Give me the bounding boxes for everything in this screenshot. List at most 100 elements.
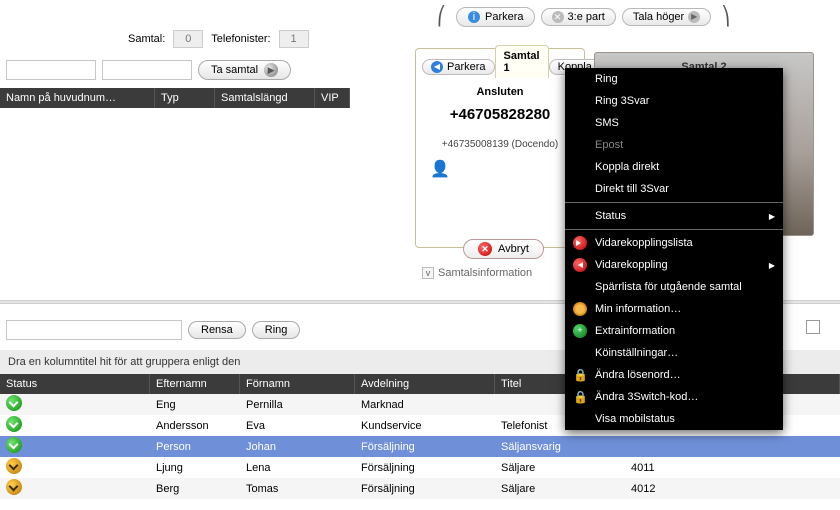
menu-epost: Epost	[565, 134, 783, 156]
menu-item-label: Vidarekopplingslista	[595, 237, 693, 249]
cell-department: Försäljning	[355, 462, 495, 474]
cell-firstname: Tomas	[240, 483, 355, 495]
cell-department: Försäljning	[355, 483, 495, 495]
call-tab-1[interactable]: Samtal 1	[495, 45, 549, 78]
close-icon: ✕	[552, 11, 564, 23]
menu-item-label: Ändra 3Switch-kod…	[595, 391, 698, 403]
menu-item-label: Direkt till 3Svar	[595, 183, 669, 195]
col-main-number[interactable]: Namn på huvudnum…	[0, 88, 155, 108]
menu-andra-3switch[interactable]: Ändra 3Switch-kod…	[565, 386, 783, 408]
cell-firstname: Pernilla	[240, 399, 355, 411]
ring-button[interactable]: Ring	[252, 321, 301, 339]
cell-department: Marknad	[355, 399, 495, 411]
menu-separator	[565, 202, 783, 203]
list-icon	[573, 236, 587, 250]
brace-right: ⎞	[717, 6, 734, 27]
call-owner: +46735008139 (Docendo)	[416, 139, 584, 150]
status-icon	[6, 416, 22, 432]
menu-extrainformation[interactable]: Extrainformation	[565, 320, 783, 342]
cell-ext: 4012	[625, 483, 840, 495]
col-status[interactable]: Status	[0, 374, 150, 394]
call-info-label: Samtalsinformation	[438, 267, 532, 279]
col-firstname[interactable]: Förnamn	[240, 374, 355, 394]
lock-icon	[573, 368, 587, 382]
take-call-input-2[interactable]	[102, 60, 192, 80]
menu-vidarekopplingslista[interactable]: Vidarekopplingslista	[565, 232, 783, 254]
info-icon: i	[467, 10, 481, 24]
samtal-label: Samtal:	[128, 33, 165, 45]
menu-koppla-direkt[interactable]: Koppla direkt	[565, 156, 783, 178]
cell-lastname: Eng	[150, 399, 240, 411]
menu-item-label: Köinställningar…	[595, 347, 678, 359]
table-row[interactable]: BergTomasFörsäljningSäljare4012	[0, 478, 840, 499]
table-row[interactable]: PersonJohanFörsäljningSäljansvarig	[0, 436, 840, 457]
col-lastname[interactable]: Efternamn	[150, 374, 240, 394]
col-department[interactable]: Avdelning	[355, 374, 495, 394]
menu-item-label: SMS	[595, 117, 619, 129]
forward-icon	[573, 258, 587, 272]
call-status: Ansluten	[416, 86, 584, 98]
cell-department: Försäljning	[355, 441, 495, 453]
col-vip[interactable]: VIP	[315, 88, 350, 108]
menu-item-label: Visa mobilstatus	[595, 413, 675, 425]
options-checkbox[interactable]	[806, 320, 820, 334]
menu-sms[interactable]: SMS	[565, 112, 783, 134]
gear-icon	[573, 302, 587, 316]
parkera-button[interactable]: i Parkera	[456, 7, 535, 27]
menu-item-label: Spärrlista för utgående samtal	[595, 281, 742, 293]
cell-department: Kundservice	[355, 420, 495, 432]
table-row[interactable]: LjungLenaFörsäljningSäljare4011	[0, 457, 840, 478]
status-icon	[6, 437, 22, 453]
third-party-button[interactable]: ✕ 3:e part	[541, 8, 616, 26]
col-duration[interactable]: Samtalslängd	[215, 88, 315, 108]
status-icon	[6, 458, 22, 474]
menu-item-label: Epost	[595, 139, 623, 151]
menu-visa-mobilstatus[interactable]: Visa mobilstatus	[565, 408, 783, 430]
samtal-count: 0	[173, 30, 203, 48]
status-icon	[6, 395, 22, 411]
menu-item-label: Ring 3Svar	[595, 95, 649, 107]
rensa-label: Rensa	[201, 324, 233, 336]
cell-lastname: Andersson	[150, 420, 240, 432]
cell-firstname: Johan	[240, 441, 355, 453]
arrow-right-icon: ▶	[688, 11, 700, 23]
third-party-label: 3:e part	[568, 11, 605, 23]
menu-item-label: Ändra lösenord…	[595, 369, 681, 381]
person-icon: 👤	[430, 159, 450, 179]
directory-search-input[interactable]	[6, 320, 182, 340]
cell-firstname: Eva	[240, 420, 355, 432]
speak-right-button[interactable]: Tala höger ▶	[622, 8, 711, 26]
cell-title: Säljare	[495, 483, 625, 495]
cell-title: Säljare	[495, 462, 625, 474]
telefonister-label: Telefonister:	[211, 33, 270, 45]
take-call-input-1[interactable]	[6, 60, 96, 80]
menu-direkt-3svar[interactable]: Direkt till 3Svar	[565, 178, 783, 200]
take-call-button[interactable]: Ta samtal ▶	[198, 60, 291, 80]
rensa-button[interactable]: Rensa	[188, 321, 246, 339]
menu-koinstallningar[interactable]: Köinställningar…	[565, 342, 783, 364]
left-grid-body	[0, 108, 350, 308]
call-info-expander[interactable]: v Samtalsinformation	[422, 267, 532, 279]
menu-sparrlista[interactable]: Spärrlista för utgående samtal	[565, 276, 783, 298]
cancel-button[interactable]: ✕ Avbryt	[463, 239, 544, 259]
col-type[interactable]: Typ	[155, 88, 215, 108]
menu-andra-losenord[interactable]: Ändra lösenord…	[565, 364, 783, 386]
cancel-label: Avbryt	[498, 243, 529, 255]
parkera-back-button[interactable]: ◀ Parkera	[422, 59, 495, 75]
menu-vidarekoppling[interactable]: Vidarekoppling	[565, 254, 783, 276]
parkera-back-label: Parkera	[447, 61, 486, 73]
call-card: ◀ Parkera Samtal 1 Koppla ▶ Ansluten +46…	[415, 48, 585, 248]
lock-icon	[573, 390, 587, 404]
menu-min-information[interactable]: Min information…	[565, 298, 783, 320]
svg-text:i: i	[473, 11, 475, 23]
menu-ring-3svar[interactable]: Ring 3Svar	[565, 90, 783, 112]
cell-title: Säljansvarig	[495, 441, 625, 453]
menu-ring[interactable]: Ring	[565, 68, 783, 90]
menu-status[interactable]: Status	[565, 205, 783, 227]
telefonister-count: 1	[279, 30, 309, 48]
call-number: +46705828280	[416, 106, 584, 123]
back-icon: ◀	[431, 61, 443, 73]
status-icon	[6, 479, 22, 495]
ring-label: Ring	[265, 324, 288, 336]
take-call-label: Ta samtal	[211, 64, 258, 76]
